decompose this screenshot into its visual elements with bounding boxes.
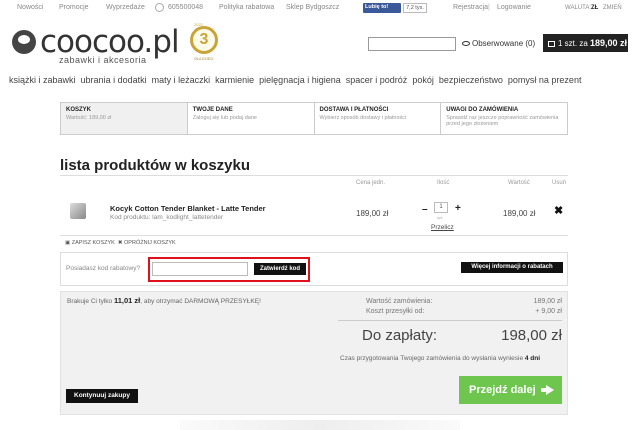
save-cart-link[interactable]: ZAPISZ KOSZYK	[72, 240, 115, 246]
product-value: 189,00 zł	[503, 209, 536, 218]
nav-item-pokoj[interactable]: pokój	[412, 75, 434, 85]
step-your-data[interactable]: TWOJE DANE Zaloguj się lub podaj dane	[187, 103, 315, 134]
coupon-label: Posiadasz kod rabatowy?	[66, 265, 141, 272]
eye-icon	[462, 41, 470, 47]
cart-button[interactable]: 1 szt. za 189,00 zł	[543, 34, 628, 52]
nav-item-bezpieczenstwo[interactable]: bezpieczeństwo	[439, 75, 503, 85]
preparation-days: 4 dni	[524, 355, 541, 362]
nav-item-ubrania[interactable]: ubrania i dodatki	[81, 75, 147, 85]
divider	[338, 320, 562, 321]
order-value: 189,00 zł	[533, 298, 562, 305]
link-nowosci[interactable]: Nowości	[17, 4, 43, 11]
nav-item-spacer[interactable]: spacer i podróż	[346, 75, 408, 85]
divider	[60, 175, 568, 176]
close-icon: ✖	[117, 240, 123, 246]
coupon-input[interactable]	[152, 262, 248, 276]
divider: |	[488, 4, 490, 11]
phone-icon	[155, 3, 164, 12]
free-shipping-note: Brakuje Ci tylko 11,01 zł, aby otrzymać …	[67, 296, 261, 305]
col-unit-price: Cena jedn.	[356, 180, 386, 186]
qty-decrease-button[interactable]: –	[422, 204, 428, 215]
col-remove: Usuń	[552, 180, 567, 186]
phone-number[interactable]: 605500048	[168, 4, 203, 11]
step-title: TWOJE DANE	[192, 107, 233, 113]
nav-item-maty[interactable]: maty i leżaczki	[152, 75, 211, 85]
product-thumbnail[interactable]	[70, 203, 86, 219]
cart-total: 189,00 zł	[590, 38, 628, 48]
link-promocje[interactable]: Promocje	[59, 4, 89, 11]
nav-item-karmienie[interactable]: karmienie	[215, 75, 254, 85]
to-pay-value: 198,00 zł	[501, 327, 562, 344]
logo-tagline: zabawki i akcesoria	[59, 55, 147, 65]
col-qty: Ilość	[437, 180, 450, 186]
main-nav: książki i zabawki ubrania i dodatki maty…	[9, 75, 634, 89]
free-shipping-amount: 11,01 zł	[113, 296, 141, 305]
link-polityka-rabatowa[interactable]: Polityka rabatowa	[219, 4, 274, 11]
currency-value: ZŁ	[591, 5, 599, 11]
facebook-like-count: 7,2 tys.	[403, 3, 427, 13]
product-name[interactable]: Kocyk Cotton Tender Blanket - Latte Tend…	[110, 204, 266, 213]
observed-label: Obserwowane (0)	[472, 39, 536, 48]
step-desc: Wartość: 189,00 zł	[66, 115, 112, 121]
divider	[60, 235, 568, 236]
preparation-text: Czas przygotowania Twojego zamówienia do…	[340, 355, 524, 362]
empty-cart-link[interactable]: OPRÓŻNIJ KOSZYK	[124, 240, 176, 246]
page-title: lista produktów w koszyku	[60, 157, 251, 174]
col-value: Wartość	[508, 180, 530, 186]
free-shipping-prefix: Brakuje Ci tylko	[67, 298, 113, 305]
preparation-time: Czas przygotowania Twojego zamówienia do…	[340, 355, 540, 362]
apply-coupon-button[interactable]: Zatwierdź kod	[254, 263, 306, 275]
award-badge: 2022 3 DLA DZIECI	[188, 22, 220, 64]
step-title: KOSZYK	[66, 107, 92, 113]
nav-item-prezent[interactable]: pomysł na prezent	[508, 75, 582, 85]
discount-info-button[interactable]: Więcej informacji o rabatach	[461, 262, 563, 273]
link-rejestracja[interactable]: Rejestracja	[453, 4, 488, 11]
product-unit-price: 189,00 zł	[356, 209, 389, 218]
award-ribbon: DLA DZIECI	[194, 57, 214, 61]
link-sklep-bydgoszcz[interactable]: Sklep Bydgoszcz	[286, 4, 339, 11]
link-logowanie[interactable]: Logowanie	[497, 4, 531, 11]
shipping-cost: + 9,00 zł	[535, 308, 562, 315]
facebook-like-button[interactable]: Lubię to!	[363, 3, 401, 13]
step-notes[interactable]: UWAGI DO ZAMÓWIENIA Sprawdź raz jeszcze …	[441, 103, 567, 134]
nav-item-ksiazki[interactable]: książki i zabawki	[9, 75, 76, 85]
cart-actions: ▣ ZAPISZ KOSZYK ✖ OPRÓŻNIJ KOSZYK	[65, 240, 176, 246]
currency-label: WALUTA:	[565, 5, 592, 11]
product-code: Kod produktu: lam_kodlight_lattetender	[110, 214, 224, 221]
step-desc: Sprawdź raz jeszcze poprawność zamówieni…	[446, 115, 559, 127]
step-title: DOSTAWA I PŁATNOŚCI	[319, 107, 389, 113]
link-wyprzedaze[interactable]: Wyprzedaże	[106, 4, 145, 11]
step-desc: Wybierz sposób dostawy i płatności	[319, 115, 407, 121]
order-value-label: Wartość zamówienia:	[366, 298, 433, 305]
search-input[interactable]	[368, 37, 456, 51]
step-cart[interactable]: KOSZYK Wartość: 189,00 zł	[61, 103, 188, 134]
cart-icon	[548, 40, 555, 47]
recalculate-link[interactable]: Przelicz	[431, 224, 454, 231]
logo-icon[interactable]	[12, 30, 36, 54]
cart-count: 1 szt. za	[558, 39, 588, 48]
remove-item-icon[interactable]: ✖	[554, 204, 563, 217]
next-step-label: Przejdź dalej	[469, 384, 536, 396]
qty-unit: szt.	[437, 215, 444, 220]
shipping-cost-label: Koszt przesyłki od:	[366, 308, 425, 315]
qty-increase-button[interactable]: +	[455, 203, 461, 214]
step-title: UWAGI DO ZAMÓWIENIA	[446, 107, 519, 113]
currency-change-link[interactable]: ZMIEŃ	[603, 5, 622, 11]
top-bar: Nowości Promocje Wyprzedaże 605500048 Po…	[0, 0, 640, 16]
next-step-button[interactable]: Przejdź dalej	[459, 376, 562, 404]
step-desc: Zaloguj się lub podaj dane	[192, 115, 257, 121]
qty-input[interactable]: 1	[434, 202, 448, 213]
continue-shopping-button[interactable]: Kontynuuj zakupy	[66, 389, 138, 403]
nav-item-pielegnacja[interactable]: pielęgnacja i higiena	[259, 75, 341, 85]
arrow-right-icon	[541, 385, 554, 395]
save-icon: ▣	[65, 240, 71, 246]
step-delivery[interactable]: DOSTAWA I PŁATNOŚCI Wybierz sposób dosta…	[314, 103, 442, 134]
footer-banner	[180, 420, 460, 430]
award-number: 3	[190, 26, 218, 54]
checkout-steps: KOSZYK Wartość: 189,00 zł TWOJE DANE Zal…	[60, 102, 568, 135]
observed-link[interactable]: Obserwowane (0)	[462, 39, 535, 48]
free-shipping-suffix: , aby otrzymać DARMOWĄ PRZESYŁKĘ!	[140, 298, 261, 305]
to-pay-label: Do zapłaty:	[362, 327, 438, 344]
